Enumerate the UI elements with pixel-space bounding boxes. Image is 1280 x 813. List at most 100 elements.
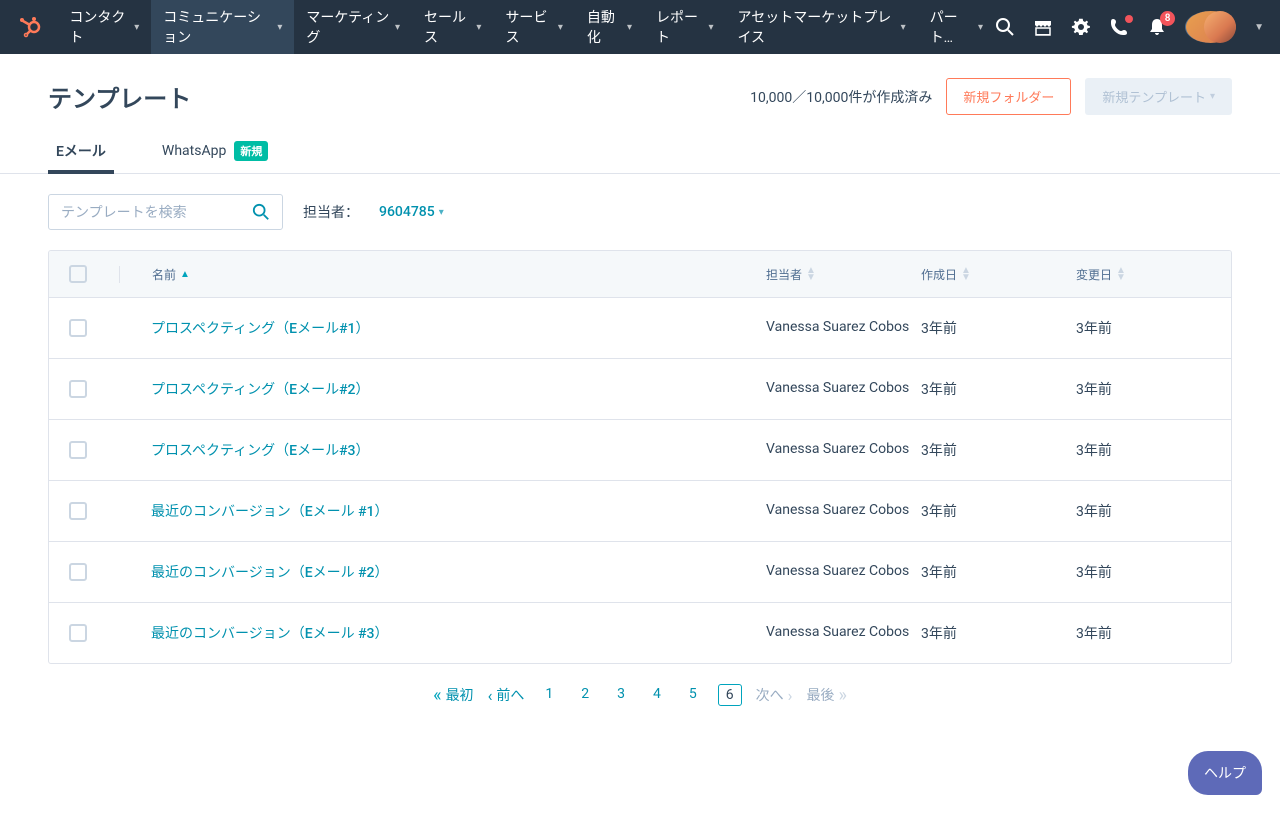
search-icon[interactable] (252, 203, 270, 221)
page-number-3[interactable]: 3 (610, 684, 632, 706)
select-all-checkbox[interactable] (69, 265, 87, 283)
tab-email-label: Eメール (56, 141, 106, 161)
sort-asc-icon: ▲ (180, 269, 190, 280)
nav-item-label: コンタクト (69, 7, 130, 47)
nav-item-label: アセットマーケットプレイス (737, 7, 896, 47)
sort-icon: ▲▼ (806, 267, 816, 281)
template-link[interactable]: 最近のコンバージョン（Eメール #3） (151, 626, 389, 642)
row-check-cell (69, 502, 129, 520)
nav-item-label: マーケティング (306, 7, 391, 47)
page-number-6[interactable]: 6 (718, 684, 742, 706)
header-created[interactable]: 作成日 ▲▼ (921, 266, 1076, 283)
row-checkbox[interactable] (69, 502, 87, 520)
nav-item-6[interactable]: レポート▾ (644, 0, 725, 54)
hubspot-logo[interactable] (16, 13, 41, 41)
nav-item-0[interactable]: コンタクト ▾ (57, 0, 151, 54)
page-header: テンプレート 10,000／10,000件が作成済み 新規フォルダー 新規テンプ… (0, 54, 1280, 115)
last-page-button: 最後 » (806, 685, 846, 706)
template-link[interactable]: 最近のコンバージョン（Eメール #1） (151, 504, 389, 520)
row-name-cell: 最近のコンバージョン（Eメール #1） (129, 501, 766, 521)
marketplace-icon[interactable] (1033, 17, 1053, 37)
template-link[interactable]: プロスペクティング（Eメール#3） (151, 443, 370, 459)
chevron-right-icon: › (788, 686, 793, 705)
header-updated[interactable]: 変更日 ▲▼ (1076, 266, 1211, 283)
search-icon[interactable] (995, 17, 1015, 37)
row-check-cell (69, 380, 129, 398)
double-chevron-right-icon: » (838, 685, 846, 706)
notification-icon[interactable]: 8 (1147, 17, 1167, 37)
row-checkbox[interactable] (69, 441, 87, 459)
nav-item-5[interactable]: 自動化▾ (575, 0, 644, 54)
settings-icon[interactable] (1071, 17, 1091, 37)
nav-right: 8 ▼ (995, 11, 1264, 43)
help-button[interactable]: ヘルプ (1188, 751, 1262, 795)
tab-email[interactable]: Eメール (48, 129, 114, 173)
nav-item-1[interactable]: コミュニケーション ▾ (151, 0, 294, 54)
row-name-cell: プロスペクティング（Eメール#2） (129, 379, 766, 399)
row-name-cell: 最近のコンバージョン（Eメール #2） (129, 562, 766, 582)
row-name-cell: 最近のコンバージョン（Eメール #3） (129, 623, 766, 643)
owner-filter-label: 担当者： (303, 202, 359, 222)
row-owner-cell: Vanessa Suarez Cobos (766, 623, 921, 643)
nav-item-7[interactable]: アセットマーケットプレイス▾ (725, 0, 917, 54)
row-owner-cell: Vanessa Suarez Cobos (766, 501, 921, 521)
row-name-cell: プロスペクティング（Eメール#3） (129, 440, 766, 460)
template-link[interactable]: プロスペクティング（Eメール#1） (151, 321, 370, 337)
row-updated-cell: 3年前 (1076, 440, 1211, 460)
page-number-1[interactable]: 1 (538, 684, 560, 706)
template-link[interactable]: プロスペクティング（Eメール#2） (151, 382, 370, 398)
page-number-2[interactable]: 2 (574, 684, 596, 706)
row-check-cell (69, 441, 129, 459)
tab-whatsapp-label: WhatsApp (162, 143, 226, 159)
row-created-cell: 3年前 (921, 562, 1076, 582)
chevron-down-icon[interactable]: ▼ (1254, 22, 1264, 33)
table-row: 最近のコンバージョン（Eメール #3） Vanessa Suarez Cobos 3… (49, 603, 1231, 663)
nav-item-3[interactable]: セールス▾ (412, 0, 493, 54)
page-number-4[interactable]: 4 (646, 684, 668, 706)
table-row: 最近のコンバージョン（Eメール #2）Vanessa Suarez Cobos3… (49, 542, 1231, 603)
phone-icon[interactable] (1109, 17, 1129, 37)
table-body: プロスペクティング（Eメール#1） Vanessa Suarez Cobos 3年前… (49, 298, 1231, 663)
header-name[interactable]: 名前 ▲ (119, 266, 766, 283)
row-checkbox[interactable] (69, 563, 87, 581)
nav-item-label: コミュニケーション (163, 7, 273, 47)
new-folder-button[interactable]: 新規フォルダー (946, 78, 1071, 115)
row-check-cell (69, 624, 129, 642)
chevron-down-icon: ▾ (978, 22, 983, 33)
row-updated-cell: 3年前 (1076, 623, 1211, 643)
row-checkbox[interactable] (69, 380, 87, 398)
row-updated-cell: 3年前 (1076, 318, 1211, 338)
header-owner[interactable]: 担当者 ▲▼ (766, 266, 921, 283)
nav-item-label: セールス (424, 7, 472, 47)
row-checkbox[interactable] (69, 319, 87, 337)
chevron-left-icon: ‹ (488, 686, 493, 705)
row-checkbox[interactable] (69, 624, 87, 642)
table-header: 名前 ▲ 担当者 ▲▼ 作成日 ▲▼ 変更日 ▲▼ (49, 251, 1231, 298)
nav-item-8[interactable]: パート…▾ (918, 0, 995, 54)
nav-item-4[interactable]: サービス▾ (493, 0, 574, 54)
tab-whatsapp[interactable]: WhatsApp 新規 (154, 129, 276, 173)
chevron-down-icon: ▾ (627, 22, 632, 33)
first-page-button[interactable]: « 最初 (433, 685, 473, 706)
chevron-down-icon: ▾ (134, 22, 139, 33)
user-avatar[interactable] (1185, 11, 1236, 43)
row-created-cell: 3年前 (921, 318, 1076, 338)
nav-item-2[interactable]: マーケティング ▾ (294, 0, 412, 54)
row-owner-cell: Vanessa Suarez Cobos (766, 440, 921, 460)
templates-table: 名前 ▲ 担当者 ▲▼ 作成日 ▲▼ 変更日 ▲▼ プロスペクティング（Eメール… (48, 250, 1232, 664)
template-link[interactable]: 最近のコンバージョン（Eメール #2） (151, 565, 389, 581)
notification-badge: 8 (1160, 11, 1175, 26)
owner-filter-value[interactable]: 9604785 ▾ (379, 204, 444, 220)
row-check-cell (69, 319, 129, 337)
chevron-down-icon: ▾ (277, 22, 282, 33)
search-box (48, 194, 283, 230)
row-owner-cell: Vanessa Suarez Cobos (766, 379, 921, 399)
chevron-down-icon: ▾ (395, 22, 400, 33)
search-input[interactable] (61, 204, 252, 220)
prev-page-button[interactable]: ‹ 前へ (488, 685, 525, 705)
page-number-5[interactable]: 5 (682, 684, 704, 706)
chevron-down-icon: ▾ (558, 22, 563, 33)
chevron-down-icon: ▾ (1210, 91, 1215, 102)
double-chevron-left-icon: « (433, 685, 441, 706)
table-row: プロスペクティング（Eメール#1）Vanessa Suarez Cobos3年前… (49, 298, 1231, 359)
